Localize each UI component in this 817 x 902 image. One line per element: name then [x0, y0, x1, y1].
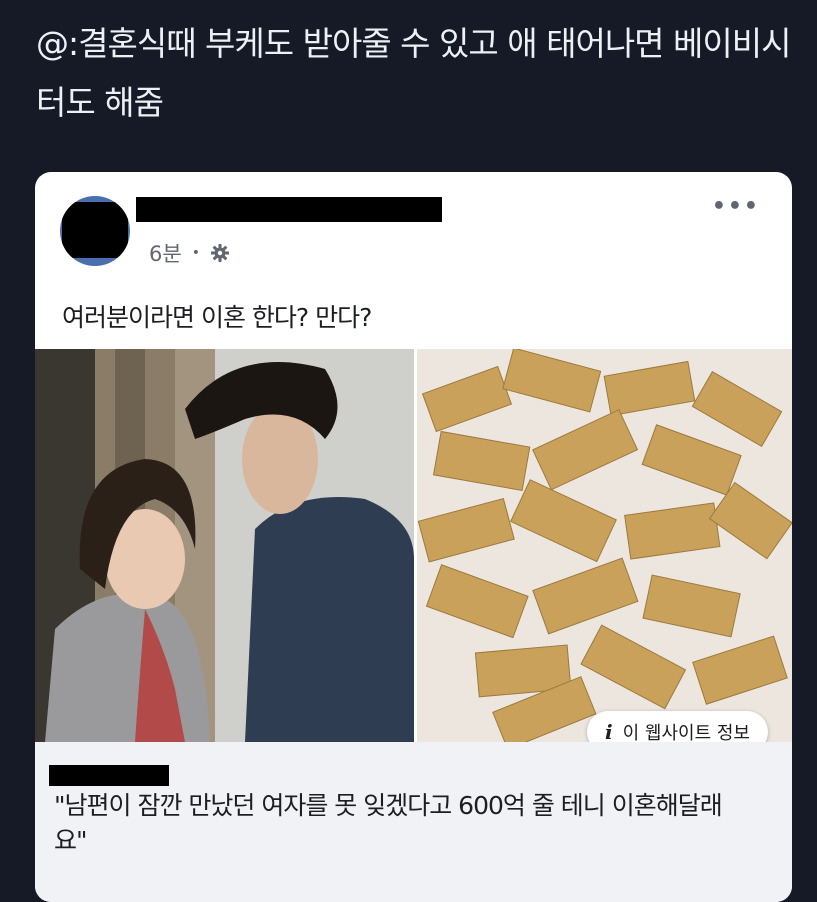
post-time[interactable]: 6분 [149, 238, 182, 268]
link-preview-images[interactable] [35, 349, 792, 742]
meta-separator: • [191, 245, 200, 261]
info-icon: i [605, 720, 613, 744]
post-text: 여러분이라면 이혼 한다? 만다? [62, 303, 372, 332]
avatar[interactable] [60, 196, 130, 266]
money-pile-photo [417, 349, 792, 742]
post-meta: 6분 • [149, 238, 230, 268]
redacted-author-name[interactable] [136, 197, 442, 222]
link-headline[interactable]: "남편이 잠깐 만났던 여자를 못 잊겠다고 600억 줄 테니 이혼해달래요" [54, 788, 754, 858]
facebook-post-card: 6분 • ••• 여러분이라면 이혼 한다? 만다? i 이 웹사이트 정보 "… [35, 172, 792, 902]
redacted-domain [49, 765, 169, 786]
avatar-redaction [62, 202, 128, 258]
more-options-icon[interactable]: ••• [712, 194, 760, 219]
gear-icon[interactable] [210, 243, 230, 263]
caption-text: @:결혼식때 부케도 받아줄 수 있고 애 태어나면 베이비시터도 해줌 [36, 24, 791, 122]
couple-photo [35, 349, 414, 742]
link-card[interactable]: "남편이 잠깐 만났던 여자를 못 잊겠다고 600억 줄 테니 이혼해달래요" [35, 742, 792, 902]
